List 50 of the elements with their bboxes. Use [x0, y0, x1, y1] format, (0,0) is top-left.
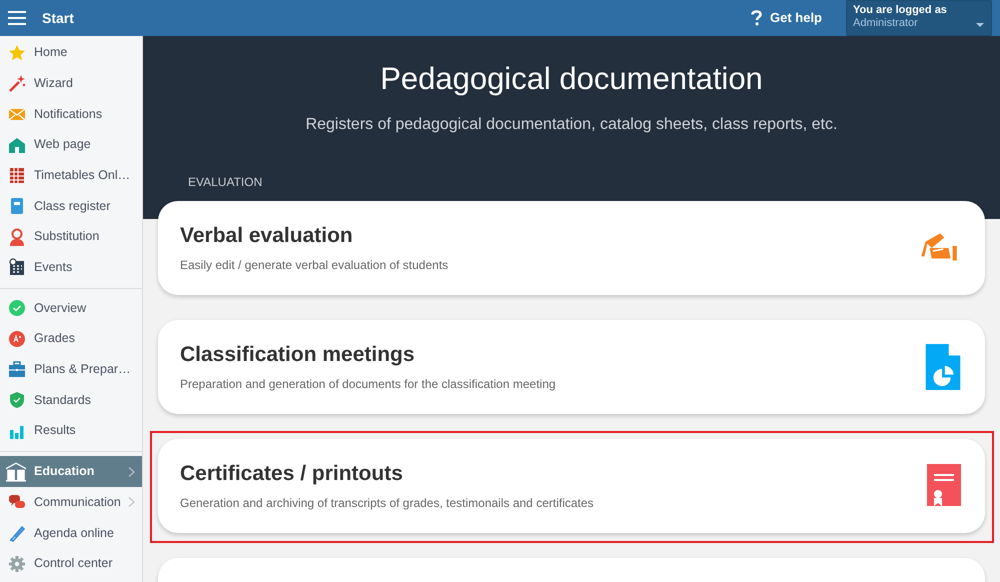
pie-document-icon: [925, 344, 961, 390]
card-title: Certificates / printouts: [180, 460, 404, 486]
sidebar-item[interactable]: Events: [0, 252, 142, 283]
page-heading: Pedagogical documentation: [379, 60, 764, 98]
page-title: Start: [42, 8, 74, 28]
sidebar-item[interactable]: Plans & Prepar…: [0, 354, 142, 385]
sidebar-item[interactable]: Control center: [0, 548, 142, 579]
sidebar-item[interactable]: Overview: [0, 292, 142, 324]
sidebar-item[interactable]: Education: [0, 456, 142, 487]
card-tile[interactable]: Certificates / printouts Generation and archiving of transcripts of grades, testimonails and certificates: [158, 439, 985, 534]
page-subtitle: Registers of pedagogical documentation, catalog sheets, class reports, etc.: [304, 115, 838, 136]
sidebar-item[interactable]: Substitution: [0, 221, 142, 252]
sidebar-item[interactable]: Notifications: [0, 98, 142, 130]
person-icon: [8, 228, 26, 246]
magic-wand-icon: [8, 74, 26, 92]
sidebar-item[interactable]: Timetables Onl…: [0, 160, 142, 191]
help-icon: [750, 10, 762, 26]
sidebar-item[interactable]: Standards: [0, 384, 142, 416]
shield-icon: [8, 391, 26, 410]
grade-circle-icon: [8, 330, 26, 348]
menu-icon[interactable]: [8, 11, 26, 26]
gear-icon: [8, 554, 26, 573]
caret-icon: [976, 23, 984, 28]
sidebar-item[interactable]: Class register: [0, 190, 142, 222]
sidebar-item[interactable]: Grades: [0, 323, 142, 354]
section-label: EVALUATION: [188, 174, 262, 192]
card-title: Verbal evaluation: [180, 222, 354, 248]
sidebar-item[interactable]: Agenda online: [0, 518, 142, 548]
briefcase-icon: [8, 360, 26, 378]
card-description: Generation and archiving of transcripts of grades, testimonails and certificates: [180, 494, 595, 512]
sidebar-item[interactable]: Home: [0, 37, 142, 68]
notebook-icon: [8, 197, 26, 215]
card-description: Preparation and generation of documents for the classification meeting: [180, 376, 557, 393]
house-icon: [8, 136, 26, 154]
certificate-icon: [927, 464, 961, 508]
sidebar-item[interactable]: Web page: [0, 129, 142, 160]
sidebar-item[interactable]: Wizard: [0, 68, 142, 99]
star-icon: [8, 44, 26, 62]
pen-icon: [8, 524, 26, 542]
check-circle-icon: [8, 299, 26, 318]
calendar-grid-icon: [8, 166, 26, 184]
sidebar-item[interactable]: Results: [0, 415, 142, 446]
card-title: Classification meetings: [180, 342, 416, 367]
help-link[interactable]: Get help: [750, 8, 822, 28]
user-dropdown[interactable]: You are logged as Administrator: [846, 0, 992, 36]
sidebar-item[interactable]: Communication: [0, 486, 142, 518]
card-description: Easily edit / generate verbal evaluation of students: [180, 256, 450, 274]
card-tile[interactable]: Classification meetings Preparation and generation of documents for the classification meeting: [158, 320, 985, 414]
card-tile[interactable]: Verbal evaluation Easily edit / generate verbal evaluation of students: [158, 201, 985, 296]
calendar-icon: [8, 258, 26, 276]
